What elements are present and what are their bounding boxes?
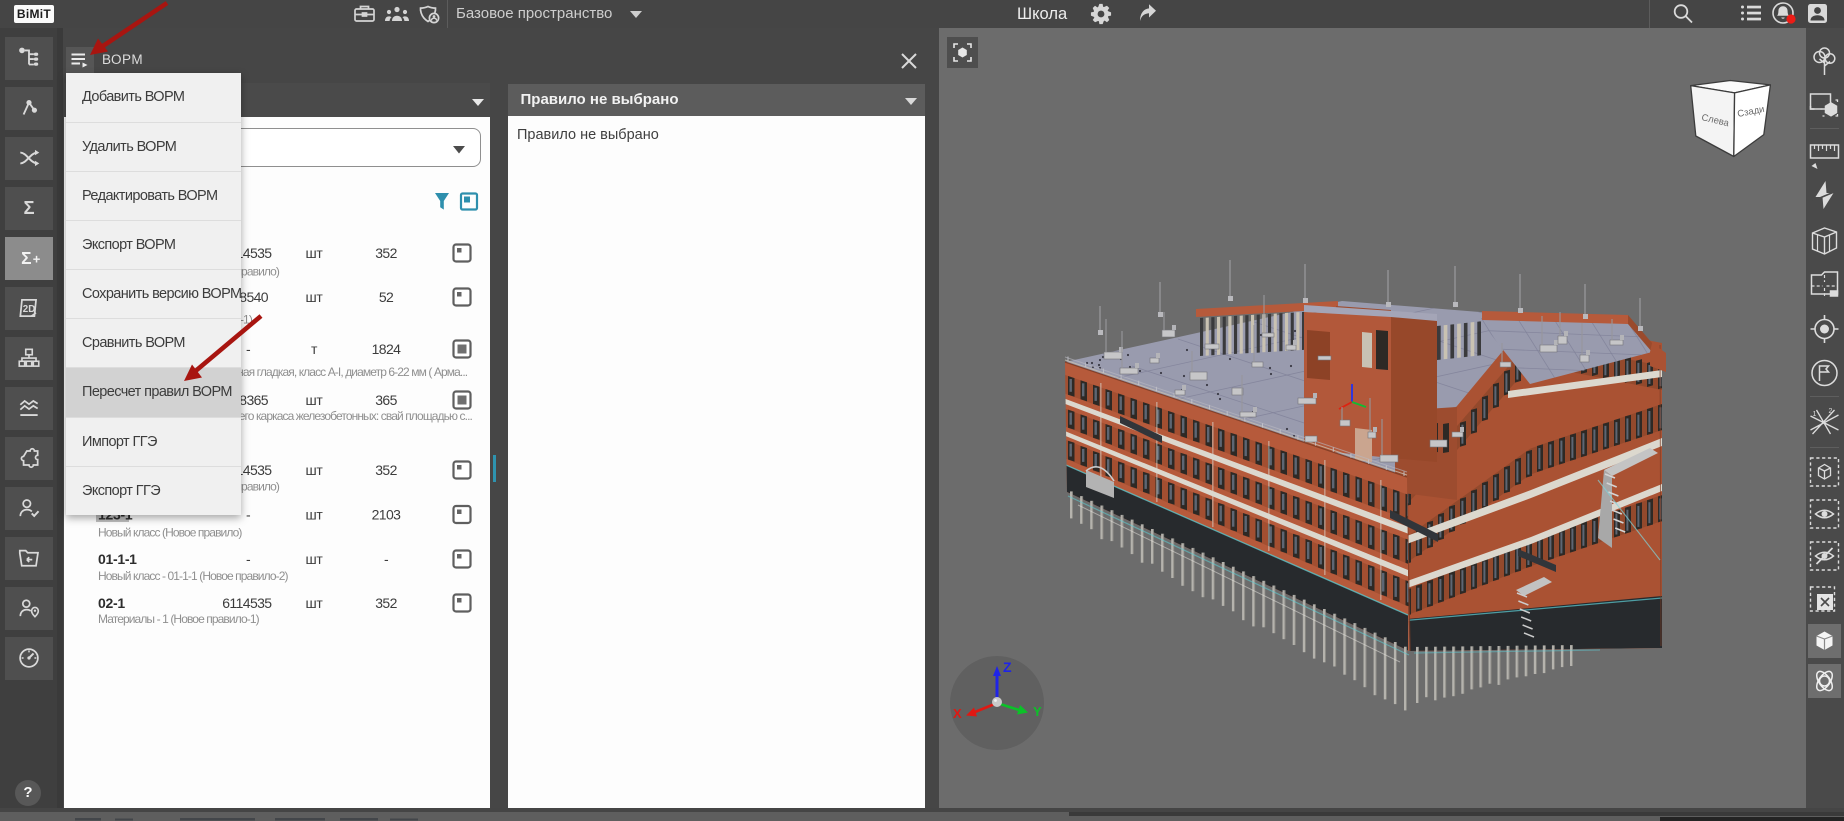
svg-text:X: X (953, 706, 962, 721)
svg-text:шт: шт (305, 289, 323, 305)
svg-text:+: + (33, 251, 41, 266)
svg-text:365: 365 (375, 392, 397, 408)
svg-text:-: - (384, 551, 389, 567)
svg-text:1824: 1824 (372, 341, 402, 357)
svg-text:шт: шт (305, 551, 323, 567)
svg-text:1: 1 (1813, 411, 1817, 418)
svg-text:-: - (246, 507, 251, 523)
svg-text:02-1: 02-1 (98, 595, 125, 611)
svg-text:2103: 2103 (372, 507, 402, 523)
svg-text:Материалы - 1 (Новое правило-1: Материалы - 1 (Новое правило-1) (98, 612, 260, 626)
svg-text:шт: шт (305, 245, 323, 261)
svg-text:шт: шт (305, 507, 323, 523)
svg-text:352: 352 (375, 595, 397, 611)
svg-text:52: 52 (379, 289, 394, 305)
svg-text:-: - (246, 551, 251, 567)
svg-text:шт: шт (305, 392, 323, 408)
svg-text:т: т (311, 341, 318, 357)
svg-text:Новый класс (Новое правило): Новый класс (Новое правило) (98, 526, 242, 540)
svg-text:Z: Z (1003, 659, 1012, 675)
svg-text:352: 352 (375, 245, 397, 261)
svg-text:-: - (246, 341, 251, 357)
svg-text:Y: Y (1033, 704, 1042, 719)
svg-text:6114535: 6114535 (222, 595, 272, 611)
svg-text:шт: шт (305, 595, 323, 611)
svg-text:01-1-1: 01-1-1 (98, 551, 137, 567)
svg-text:Новый класс - 01-1-1 (Новое пр: Новый класс - 01-1-1 (Новое правило-2) (98, 569, 288, 583)
svg-text:шт: шт (305, 462, 323, 478)
svg-text:2D: 2D (23, 304, 35, 315)
svg-text:2: 2 (1829, 408, 1833, 415)
svg-text:Σ: Σ (21, 248, 31, 268)
svg-text:352: 352 (375, 462, 397, 478)
svg-text:Σ: Σ (23, 197, 34, 218)
